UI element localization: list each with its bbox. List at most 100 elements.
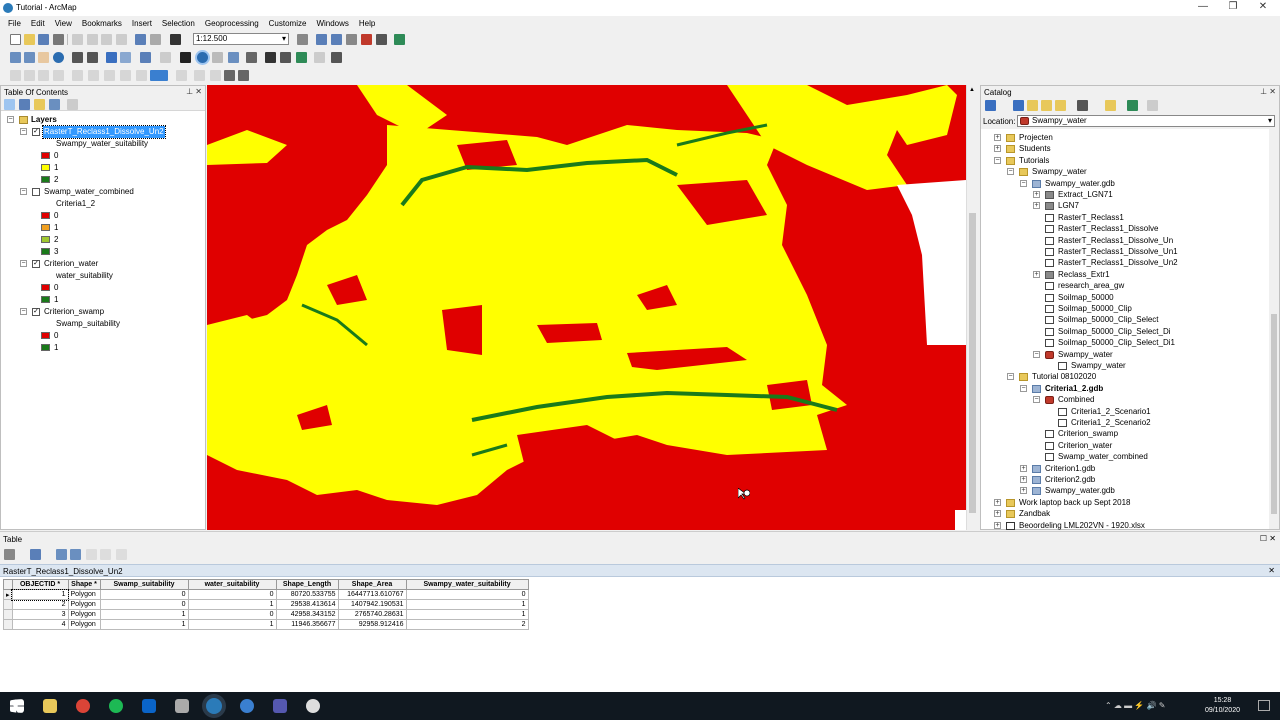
catalog-item[interactable]: Swamp_water_combined xyxy=(1058,451,1148,463)
create-viewer-window-icon[interactable] xyxy=(331,52,342,63)
table-of-contents-icon[interactable] xyxy=(316,34,327,45)
menu-file[interactable]: File xyxy=(3,16,26,31)
change-layout-icon[interactable] xyxy=(210,70,221,81)
expand-toggle[interactable]: − xyxy=(1033,350,1040,358)
open-icon[interactable] xyxy=(24,34,35,45)
close-icon[interactable]: ✕ xyxy=(1268,566,1275,575)
expand-toggle[interactable]: + xyxy=(1020,464,1027,472)
catalog-item[interactable]: Criteria1_2.gdb xyxy=(1045,383,1103,395)
catalog-item[interactable]: Soilmap_50000_Clip_Select xyxy=(1058,314,1159,326)
expand-toggle[interactable]: + xyxy=(994,521,1001,529)
expand-toggle[interactable]: − xyxy=(1033,396,1040,404)
measure-icon[interactable] xyxy=(246,52,257,63)
table-row[interactable]: 2 Polygon 0 1 29538.413614 1407942.190531 1 xyxy=(3,599,529,610)
table-cell[interactable]: 92958.912416 xyxy=(337,619,407,630)
menu-geoprocessing[interactable]: Geoprocessing xyxy=(200,16,264,31)
column-header[interactable]: Shape * xyxy=(67,579,101,590)
row-selector[interactable]: ▸ xyxy=(3,589,13,600)
table-cell[interactable]: Polygon xyxy=(67,599,101,610)
scroll-thumb[interactable] xyxy=(969,213,976,513)
forward-arrow-icon[interactable] xyxy=(1013,100,1024,111)
table-row[interactable]: 4 Polygon 1 1 11946.356677 92958.912416 2 xyxy=(3,619,529,630)
outlook-icon[interactable] xyxy=(142,699,156,713)
zoom-to-selected-icon[interactable] xyxy=(100,549,111,560)
zoom-100-icon[interactable] xyxy=(136,70,147,81)
copy-icon[interactable] xyxy=(87,34,98,45)
catalog-item[interactable]: research_area_gw xyxy=(1058,280,1124,292)
expand-toggle[interactable]: − xyxy=(1007,168,1014,176)
layer-visibility-checkbox[interactable]: ✓ xyxy=(32,260,40,268)
catalog-item[interactable]: Criteria1_2_Scenario2 xyxy=(1071,417,1151,429)
expand-toggle[interactable]: + xyxy=(1020,487,1027,495)
layer-visibility-checkbox[interactable]: ✓ xyxy=(32,128,40,136)
restore-icon[interactable]: ❐ xyxy=(1216,0,1250,16)
catalog-item[interactable]: Criterion1.gdb xyxy=(1045,463,1095,475)
expand-toggle[interactable]: + xyxy=(1020,476,1027,483)
expand-toggle[interactable]: − xyxy=(7,116,14,123)
table-cell[interactable]: 2 xyxy=(11,599,69,610)
column-header[interactable]: Shape_Area xyxy=(337,579,407,590)
table-row[interactable]: 3 Polygon 1 0 42958.343152 2765740.28631 1 xyxy=(3,609,529,620)
catalog-item[interactable]: LGN7 xyxy=(1058,200,1079,212)
views-icon[interactable] xyxy=(1077,100,1088,111)
catalog-item[interactable]: RasterT_Reclass1_Dissolve_Un2 xyxy=(1058,257,1178,269)
select-features-icon[interactable] xyxy=(140,52,151,63)
zoom-whole-page-icon[interactable] xyxy=(120,70,131,81)
time-slider-icon[interactable] xyxy=(314,52,325,63)
expand-toggle[interactable]: − xyxy=(20,308,27,315)
catalog-item[interactable]: Criterion_swamp xyxy=(1058,428,1118,440)
table-cell[interactable]: 29538.413614 xyxy=(275,599,339,610)
layout-zoom-in-icon[interactable] xyxy=(10,70,21,81)
new-document-icon[interactable] xyxy=(10,34,21,45)
select-elements-icon[interactable] xyxy=(180,52,191,63)
catalog-item[interactable]: Swampy_water xyxy=(1071,360,1126,372)
table-cell[interactable]: 42958.343152 xyxy=(275,609,339,620)
table-cell[interactable]: 1407942.190531 xyxy=(337,599,407,610)
clear-selection-icon[interactable] xyxy=(160,52,171,63)
teams-icon[interactable] xyxy=(273,699,287,713)
list-by-source-icon[interactable] xyxy=(19,99,30,110)
focus-data-frame-icon[interactable] xyxy=(194,70,205,81)
layout-zoom-out-icon[interactable] xyxy=(24,70,35,81)
layer-name[interactable]: Swamp_water_combined xyxy=(43,186,135,198)
location-dropdown[interactable]: Swampy_water ▾ xyxy=(1017,115,1275,127)
toc-window-buttons[interactable]: ⊥ ✕ xyxy=(186,87,202,96)
arccatalog-icon[interactable] xyxy=(240,699,254,713)
column-header[interactable]: Swamp_suitability xyxy=(99,579,189,590)
menu-edit[interactable]: Edit xyxy=(26,16,50,31)
catalog-item[interactable]: Beoordeling LML202VN - 1920.xlsx xyxy=(1019,520,1145,532)
catalog-item[interactable]: Criterion2.gdb xyxy=(1045,474,1095,486)
menu-customize[interactable]: Customize xyxy=(264,16,312,31)
layers-root[interactable]: Layers xyxy=(31,114,57,126)
table-cell[interactable]: 4 xyxy=(11,619,69,630)
cut-icon[interactable] xyxy=(72,34,83,45)
catalog-item[interactable]: Reclass_Extr1 xyxy=(1058,269,1110,281)
catalog-scroll-thumb[interactable] xyxy=(1271,314,1277,514)
row-selector[interactable] xyxy=(3,609,13,620)
zoom-out-icon[interactable] xyxy=(24,52,35,63)
table-cell[interactable]: 3 xyxy=(11,609,69,620)
layer-visibility-checkbox[interactable] xyxy=(32,188,40,196)
catalog-item[interactable]: Soilmap_50000_Clip_Select_Di1 xyxy=(1058,337,1175,349)
table-cell[interactable]: 0 xyxy=(99,599,189,610)
table-cell[interactable]: 1 xyxy=(11,588,70,601)
up-one-level-icon[interactable] xyxy=(1027,100,1038,111)
column-header[interactable]: Shape_Length xyxy=(275,579,339,590)
catalog-window-buttons[interactable]: ⊥ ✕ xyxy=(1260,87,1276,96)
zoom-percent-box[interactable] xyxy=(150,70,168,81)
table-cell[interactable]: 1 xyxy=(187,619,277,630)
toggle-contents-icon[interactable] xyxy=(1105,100,1116,111)
catalog-item[interactable]: Criteria1_2_Scenario1 xyxy=(1071,406,1151,418)
table-cell[interactable]: 16447713.610767 xyxy=(337,589,407,600)
table-cell[interactable]: 1 xyxy=(187,599,277,610)
table-cell[interactable]: 1 xyxy=(99,619,189,630)
notifications-icon[interactable] xyxy=(1258,700,1270,711)
identify-icon[interactable] xyxy=(197,52,208,63)
clock[interactable]: 15:28 09/10/2020 xyxy=(1205,696,1240,716)
catalog-item[interactable]: Zandbak xyxy=(1019,508,1050,520)
chrome-icon[interactable] xyxy=(76,699,90,713)
pan-icon[interactable] xyxy=(38,52,49,63)
data-driven-pages-icon[interactable] xyxy=(224,70,235,81)
table-cell[interactable]: 1 xyxy=(405,599,529,610)
catalog-item[interactable]: Criterion_water xyxy=(1058,440,1112,452)
